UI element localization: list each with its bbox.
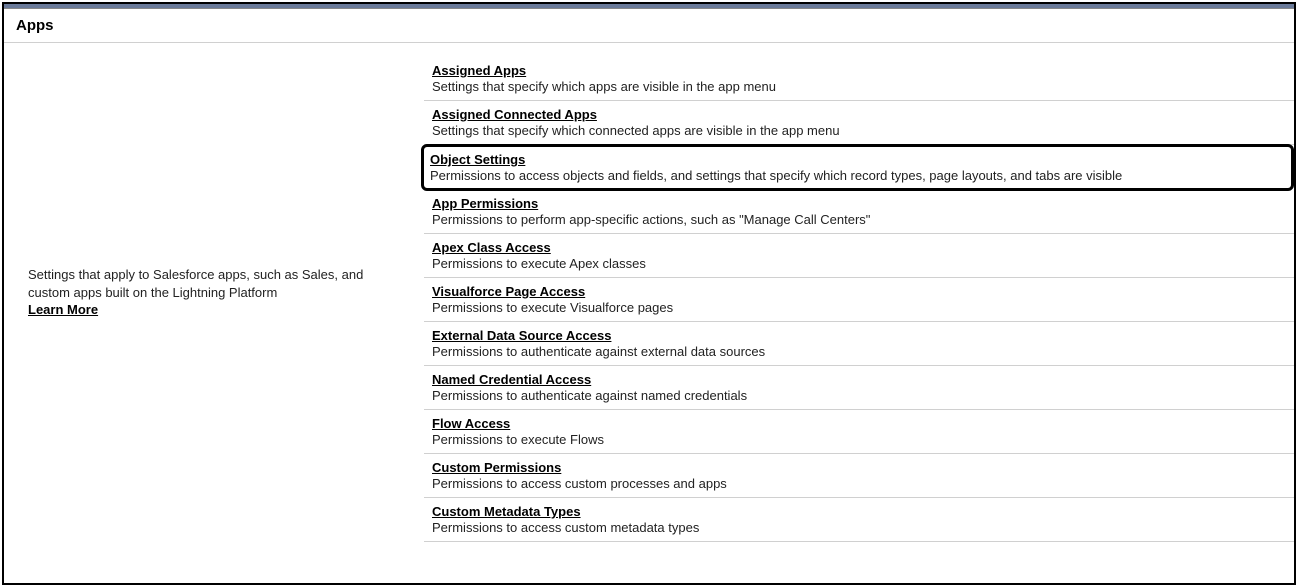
learn-more-link[interactable]: Learn More <box>28 301 98 319</box>
settings-item-link[interactable]: Assigned Apps <box>432 63 526 78</box>
settings-item-link[interactable]: Assigned Connected Apps <box>432 107 597 122</box>
settings-item-description: Permissions to execute Flows <box>432 432 1286 447</box>
settings-item-link[interactable]: Object Settings <box>430 152 525 167</box>
settings-item-link[interactable]: Named Credential Access <box>432 372 591 387</box>
content-area: Settings that apply to Salesforce apps, … <box>4 43 1294 542</box>
settings-item: Named Credential AccessPermissions to au… <box>424 366 1294 410</box>
settings-item: External Data Source AccessPermissions t… <box>424 322 1294 366</box>
settings-item: Assigned Connected AppsSettings that spe… <box>424 101 1294 145</box>
settings-item-description: Permissions to execute Apex classes <box>432 256 1286 271</box>
left-description-inner: Settings that apply to Salesforce apps, … <box>28 266 400 319</box>
settings-item-link[interactable]: Visualforce Page Access <box>432 284 585 299</box>
settings-item: Flow AccessPermissions to execute Flows <box>424 410 1294 454</box>
left-description-column: Settings that apply to Salesforce apps, … <box>4 43 424 542</box>
settings-item-description: Permissions to authenticate against exte… <box>432 344 1286 359</box>
settings-item-description: Permissions to perform app-specific acti… <box>432 212 1286 227</box>
settings-item: Object SettingsPermissions to access obj… <box>421 144 1294 191</box>
app-window: Apps Settings that apply to Salesforce a… <box>2 2 1296 585</box>
settings-item: Assigned AppsSettings that specify which… <box>424 57 1294 101</box>
settings-item-link[interactable]: Custom Permissions <box>432 460 561 475</box>
settings-item-description: Settings that specify which apps are vis… <box>432 79 1286 94</box>
settings-item: Custom PermissionsPermissions to access … <box>424 454 1294 498</box>
settings-item: App PermissionsPermissions to perform ap… <box>424 190 1294 234</box>
settings-item: Apex Class AccessPermissions to execute … <box>424 234 1294 278</box>
section-header: Apps <box>4 9 1294 43</box>
settings-item-description: Permissions to execute Visualforce pages <box>432 300 1286 315</box>
settings-item-description: Permissions to access objects and fields… <box>430 168 1283 183</box>
settings-item: Visualforce Page AccessPermissions to ex… <box>424 278 1294 322</box>
settings-item-description: Permissions to access custom metadata ty… <box>432 520 1286 535</box>
settings-item-link[interactable]: Apex Class Access <box>432 240 551 255</box>
settings-item-link[interactable]: External Data Source Access <box>432 328 611 343</box>
settings-item-link[interactable]: Flow Access <box>432 416 510 431</box>
settings-item-description: Settings that specify which connected ap… <box>432 123 1286 138</box>
settings-item-description: Permissions to authenticate against name… <box>432 388 1286 403</box>
settings-list: Assigned AppsSettings that specify which… <box>424 43 1294 542</box>
settings-item-description: Permissions to access custom processes a… <box>432 476 1286 491</box>
settings-item: Custom Metadata TypesPermissions to acce… <box>424 498 1294 542</box>
section-title: Apps <box>16 17 1282 34</box>
section-description: Settings that apply to Salesforce apps, … <box>28 267 363 300</box>
settings-item-link[interactable]: App Permissions <box>432 196 538 211</box>
settings-item-link[interactable]: Custom Metadata Types <box>432 504 581 519</box>
